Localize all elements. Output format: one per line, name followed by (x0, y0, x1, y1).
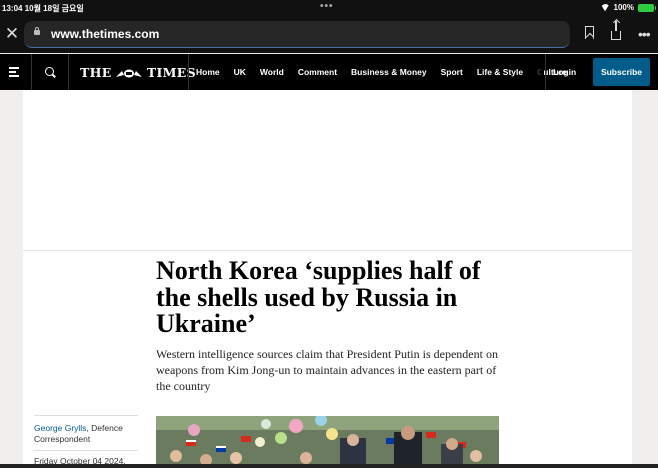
close-icon[interactable]: ✕ (3, 25, 21, 43)
lock-icon (34, 27, 40, 35)
section-links: Home UK World Comment Business & Money S… (196, 67, 567, 77)
nav-link-home[interactable]: Home (196, 67, 220, 77)
nav-link-world[interactable]: World (260, 67, 284, 77)
login-link[interactable]: Login (553, 67, 576, 77)
nav-link-comment[interactable]: Comment (298, 67, 337, 77)
battery-icon (638, 3, 656, 12)
share-icon[interactable] (611, 21, 621, 40)
subscribe-button[interactable]: Subscribe (593, 58, 650, 86)
nav-link-sport[interactable]: Sport (441, 67, 463, 77)
more-options-icon[interactable]: ••• (638, 26, 651, 42)
wifi-icon (601, 4, 610, 11)
status-time: 13:04 10월 18일 금요일 (2, 4, 84, 13)
article-page: North Korea ‘supplies half of the shells… (23, 90, 632, 468)
address-bar[interactable]: www.thetimes.com (24, 21, 570, 48)
browser-toolbar: ✕ www.thetimes.com ••• (0, 17, 658, 53)
battery-percent: 100% (613, 3, 634, 12)
article-headline: North Korea ‘supplies half of the shells… (156, 256, 481, 338)
author-link[interactable]: George Grylls (34, 423, 86, 433)
menu-icon[interactable] (9, 67, 19, 77)
nav-link-uk[interactable]: UK (234, 67, 246, 77)
article-byline: George Grylls, Defence Correspondent (34, 423, 144, 444)
ad-slot (23, 90, 632, 251)
site-navigation: THE TIMES Home UK World Comment Business… (0, 54, 658, 90)
article-standfirst: Western intelligence sources claim that … (156, 347, 498, 393)
search-icon[interactable] (45, 67, 54, 76)
url-text: www.thetimes.com (51, 27, 160, 41)
site-logo[interactable]: THE TIMES (80, 65, 196, 80)
nav-link-business[interactable]: Business & Money (351, 67, 427, 77)
status-bar: 13:04 10월 18일 금요일 ••• 100% (0, 0, 658, 17)
crest-icon (116, 69, 143, 78)
hero-image (156, 416, 499, 468)
hero-photo (156, 416, 499, 468)
nav-link-life-style[interactable]: Life & Style (477, 67, 523, 77)
bookmark-icon[interactable] (585, 26, 594, 39)
multitasking-dots-icon[interactable]: ••• (320, 1, 334, 12)
